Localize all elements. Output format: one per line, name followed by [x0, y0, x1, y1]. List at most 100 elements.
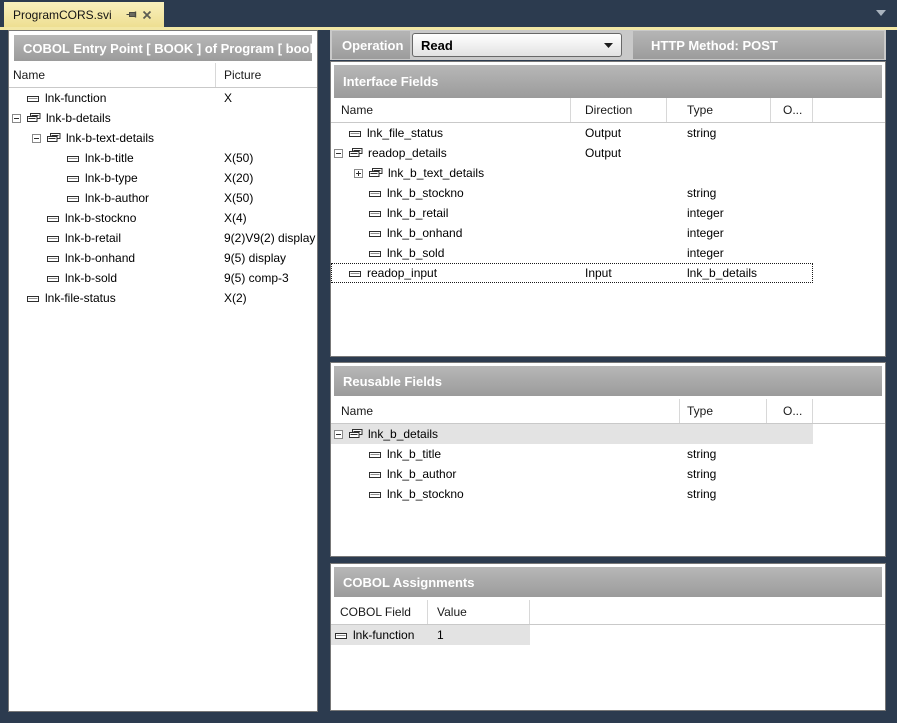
reusable-fields-title: Reusable Fields: [334, 366, 882, 396]
cobol-assignments-section: COBOL Assignments COBOL FieldValue lnk-f…: [330, 563, 886, 711]
column-header-type[interactable]: Type: [667, 98, 771, 122]
row-name-cell: lnk_b_retail: [331, 203, 571, 223]
column-header-o[interactable]: O...: [771, 98, 813, 122]
column-header-picture[interactable]: Picture: [216, 63, 317, 87]
row-lnk-b-retail[interactable]: lnk_b_retailinteger: [331, 203, 885, 223]
column-header-value[interactable]: Value: [428, 600, 530, 624]
cell-type: integer: [667, 223, 771, 243]
row-label: lnk-b-stockno: [65, 211, 136, 225]
row-lnk-file-status[interactable]: lnk-file-statusX(2): [9, 288, 317, 308]
row-lnk-b-details[interactable]: lnk_b_details: [331, 424, 885, 444]
cell-occurs: [771, 143, 813, 163]
row-lnk-function[interactable]: lnk-functionX: [9, 88, 317, 108]
row-label: lnk_b_retail: [387, 206, 448, 220]
cell-occurs: [771, 123, 813, 143]
column-header-filler: [813, 98, 885, 122]
column-header-type[interactable]: Type: [680, 399, 767, 423]
column-header-direction[interactable]: Direction: [571, 98, 667, 122]
svi-editor-window: ProgramCORS.svi COBOL Entry Point [ BOOK…: [0, 0, 897, 723]
field-icon: [368, 187, 383, 199]
row-label: lnk-b-type: [85, 171, 138, 185]
field-icon: [46, 212, 61, 224]
pin-icon[interactable]: [125, 7, 140, 22]
column-header-cobol-field[interactable]: COBOL Field: [331, 600, 428, 624]
row-label: lnk_b_stockno: [387, 186, 464, 200]
expand-plus-icon[interactable]: [354, 169, 363, 178]
row-lnk-b-onhand[interactable]: lnk_b_onhand integer: [331, 223, 885, 243]
cell-type: [667, 143, 771, 163]
row-name-cell: lnk_file_status: [331, 123, 571, 143]
row-name-cell: lnk-b-type: [9, 168, 216, 188]
row-name-cell: lnk-b-author: [9, 188, 216, 208]
http-method-label: HTTP Method: POST: [633, 31, 884, 59]
row-lnk-b-stockno[interactable]: lnk_b_stocknostring: [331, 484, 885, 504]
entry-point-column-headers: NamePicture: [9, 63, 317, 88]
column-header-name[interactable]: Name: [331, 399, 680, 423]
field-icon: [26, 92, 41, 104]
row-lnk-b-retail[interactable]: lnk-b-retail9(2)V9(2) display: [9, 228, 317, 248]
row-label: lnk-function: [45, 91, 106, 105]
collapse-minus-icon[interactable]: [12, 114, 21, 123]
cell-type: string: [667, 123, 771, 143]
row-lnk-b-text-details[interactable]: lnk-b-text-details: [9, 128, 317, 148]
cell-picture: X(50): [216, 188, 317, 208]
cell-filler: [813, 163, 885, 183]
group-icon: [368, 167, 384, 179]
field-icon: [368, 448, 383, 460]
collapse-minus-icon[interactable]: [32, 134, 41, 143]
field-icon: [46, 232, 61, 244]
row-name-cell: lnk_b_onhand: [331, 223, 571, 243]
row-label: lnk_b_details: [368, 427, 438, 441]
collapse-minus-icon[interactable]: [334, 149, 343, 158]
row-lnk-b-stockno[interactable]: lnk_b_stockno string: [331, 183, 885, 203]
row-lnk-b-text-details[interactable]: lnk_b_text_details: [331, 163, 885, 183]
row-readop-details[interactable]: readop_detailsOutput: [331, 143, 885, 163]
field-icon: [368, 247, 383, 259]
collapse-minus-icon[interactable]: [334, 430, 343, 439]
column-header-name[interactable]: Name: [9, 63, 216, 87]
row-lnk-function[interactable]: lnk-function1: [331, 625, 885, 645]
cell-type: string: [667, 183, 771, 203]
row-name-cell: lnk-b-text-details: [9, 128, 216, 148]
row-label: lnk-file-status: [45, 291, 116, 305]
operation-bar: Operation Read HTTP Method: POST: [330, 30, 886, 60]
row-label: readop_input: [367, 266, 437, 280]
operation-select[interactable]: Read: [412, 33, 622, 57]
row-lnk-b-onhand[interactable]: lnk-b-onhand9(5) display: [9, 248, 317, 268]
row-label: lnk_b_sold: [387, 246, 444, 260]
cell-picture: [216, 128, 317, 148]
interface-fields-column-headers: NameDirectionTypeO...: [331, 98, 885, 123]
row-lnk-b-title[interactable]: lnk_b_titlestring: [331, 444, 885, 464]
row-lnk-b-title[interactable]: lnk-b-titleX(50): [9, 148, 317, 168]
cell-filler: [813, 143, 885, 163]
cell-occurs: [771, 203, 813, 223]
tab-programcors-svi[interactable]: ProgramCORS.svi: [4, 2, 164, 27]
cell-type: [680, 424, 767, 444]
row-lnk-b-author[interactable]: lnk_b_authorstring: [331, 464, 885, 484]
row-name-cell: lnk-function: [331, 625, 428, 645]
row-lnk-file-status[interactable]: lnk_file_statusOutputstring: [331, 123, 885, 143]
close-icon[interactable]: [140, 7, 155, 22]
column-header-name[interactable]: Name: [331, 98, 571, 122]
row-lnk-b-author[interactable]: lnk-b-authorX(50): [9, 188, 317, 208]
row-name-cell: lnk-b-title: [9, 148, 216, 168]
row-lnk-b-type[interactable]: lnk-b-typeX(20): [9, 168, 317, 188]
row-name-cell: lnk-file-status: [9, 288, 216, 308]
row-name-cell: lnk-b-onhand: [9, 248, 216, 268]
row-lnk-b-sold[interactable]: lnk_b_soldinteger: [331, 243, 885, 263]
row-label: lnk_b_stockno: [387, 487, 464, 501]
cell-type: string: [680, 444, 767, 464]
row-lnk-b-details[interactable]: lnk-b-details: [9, 108, 317, 128]
cell-filler: [813, 223, 885, 243]
field-icon: [368, 488, 383, 500]
group-icon: [26, 112, 42, 124]
row-label: lnk-b-retail: [65, 231, 121, 245]
column-header-o[interactable]: O...: [767, 399, 813, 423]
row-name-cell: lnk_b_sold: [331, 243, 571, 263]
row-lnk-b-stockno[interactable]: lnk-b-stocknoX(4): [9, 208, 317, 228]
row-readop-input[interactable]: readop_inputInputlnk_b_details: [331, 263, 885, 283]
cell-picture: 9(5) display: [216, 248, 317, 268]
tab-list-chevron-icon[interactable]: [876, 10, 886, 16]
row-lnk-b-sold[interactable]: lnk-b-sold9(5) comp-3: [9, 268, 317, 288]
field-icon: [348, 127, 363, 139]
